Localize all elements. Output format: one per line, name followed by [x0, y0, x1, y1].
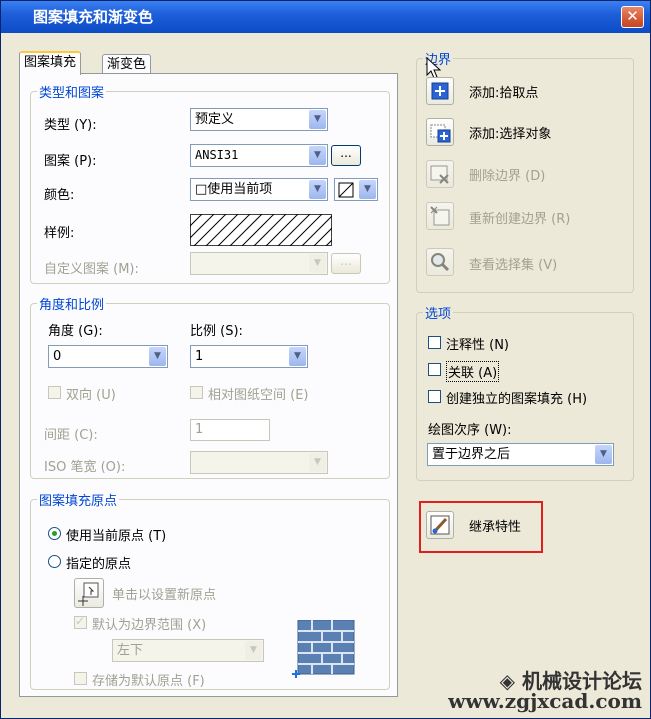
chevron-down-icon[interactable]: ▼ — [359, 180, 376, 199]
chevron-down-icon[interactable]: ▼ — [309, 110, 326, 129]
pattern-label: 图案 (P): — [44, 154, 97, 169]
angle-label: 角度 (G): — [48, 324, 103, 339]
add-pick-points-label: 添加:拾取点 — [469, 86, 539, 101]
relative-paper-checkbox[interactable] — [190, 386, 203, 399]
chevron-down-icon[interactable]: ▼ — [309, 146, 326, 165]
origin-position-select[interactable]: 左下 ▼ — [112, 639, 264, 662]
color-select[interactable]: □使用当前项 ▼ — [190, 178, 328, 201]
set-origin-icon — [78, 582, 99, 606]
view-selections-label: 查看选择集 (V) — [469, 258, 558, 273]
spacing-label: 间距 (C): — [44, 428, 98, 443]
watermark-url: www.zgjxcad.com — [448, 689, 642, 713]
store-default-origin-checkbox[interactable] — [74, 672, 87, 685]
background-color-select[interactable]: ▼ — [334, 178, 378, 201]
pattern-swatch[interactable] — [190, 214, 332, 246]
scale-select[interactable]: 1 ▼ — [190, 345, 308, 368]
associative-label: 关联 (A) — [446, 361, 500, 382]
iso-pen-width-select[interactable]: ▼ — [190, 451, 328, 474]
chevron-down-icon[interactable]: ▼ — [149, 347, 166, 366]
inherit-properties-button[interactable] — [426, 511, 454, 539]
swatch-label: 样例: — [44, 226, 75, 241]
type-pattern-legend: 类型和图案 — [39, 86, 105, 101]
click-set-origin-label: 单击以设置新原点 — [112, 588, 217, 603]
view-selections-button[interactable] — [426, 248, 454, 276]
add-select-objects-icon — [430, 124, 451, 143]
double-label: 双向 (U) — [66, 388, 116, 403]
origin-position-value: 左下 — [117, 643, 144, 658]
add-select-objects-button[interactable] — [426, 118, 454, 146]
custom-pattern-label: 自定义图案 (M): — [44, 262, 139, 277]
angle-scale-legend: 角度和比例 — [39, 298, 105, 313]
store-default-origin-label: 存储为默认原点 (F) — [92, 674, 205, 689]
scale-label: 比例 (S): — [190, 324, 243, 339]
chevron-down-icon[interactable]: ▼ — [245, 641, 262, 660]
specified-origin-label: 指定的原点 — [66, 557, 132, 572]
hatch-gradient-dialog: 图案填充和渐变色 ✕ 图案填充 渐变色 类型和图案 类型 (Y): 预定义 ▼ … — [0, 0, 651, 719]
chevron-down-icon[interactable]: ▼ — [309, 180, 326, 199]
separate-hatch-label: 创建独立的图案填充 (H) — [446, 392, 588, 407]
draw-order-select[interactable]: 置于边界之后 ▼ — [427, 443, 614, 466]
pattern-value: ANSI31 — [195, 148, 239, 162]
relative-paper-label: 相对图纸空间 (E) — [208, 388, 309, 403]
add-pick-points-icon — [431, 82, 449, 100]
color-value: □使用当前项 — [195, 182, 273, 197]
origin-preview-brick-icon — [292, 620, 355, 678]
close-icon: ✕ — [626, 7, 639, 25]
scale-value: 1 — [195, 349, 204, 364]
annotative-label: 注释性 (N) — [446, 338, 510, 353]
pattern-browse-button[interactable]: ... — [331, 145, 361, 166]
angle-value: 0 — [53, 349, 62, 364]
annotative-checkbox[interactable] — [428, 336, 441, 349]
type-value: 预定义 — [195, 112, 235, 127]
iso-pen-width-label: ISO 笔宽 (O): — [44, 460, 126, 475]
add-pick-points-button[interactable] — [426, 77, 454, 105]
close-button[interactable]: ✕ — [621, 6, 644, 28]
title-bar[interactable]: 图案填充和渐变色 — [1, 1, 650, 33]
draw-order-label: 绘图次序 (W): — [428, 423, 512, 438]
angle-select[interactable]: 0 ▼ — [48, 345, 168, 368]
paintbrush-icon — [430, 515, 450, 535]
remove-boundaries-label: 删除边界 (D) — [469, 169, 546, 184]
tab-hatch[interactable]: 图案填充 — [19, 51, 82, 75]
default-extent-label: 默认为边界范围 (X) — [92, 618, 207, 633]
specified-origin-radio[interactable] — [48, 555, 61, 568]
remove-boundaries-button[interactable] — [426, 160, 454, 188]
pattern-select[interactable]: ANSI31 ▼ — [190, 144, 328, 167]
use-current-origin-radio[interactable] — [48, 527, 61, 540]
chevron-down-icon[interactable]: ▼ — [309, 254, 326, 273]
type-label: 类型 (Y): — [44, 118, 97, 133]
chevron-down-icon[interactable]: ▼ — [595, 445, 612, 464]
recreate-boundary-icon — [430, 206, 450, 226]
separate-hatch-checkbox[interactable] — [428, 390, 441, 403]
double-checkbox[interactable] — [48, 386, 61, 399]
inherit-properties-label: 继承特性 — [469, 520, 522, 535]
recreate-boundary-label: 重新创建边界 (R) — [469, 212, 571, 227]
options-legend: 选项 — [425, 307, 452, 322]
magnifier-icon — [431, 253, 450, 272]
spacing-input[interactable]: 1 — [190, 419, 270, 441]
window-title: 图案填充和渐变色 — [33, 8, 154, 26]
custom-browse-button[interactable]: ... — [331, 253, 361, 274]
use-current-origin-label: 使用当前原点 (T) — [66, 529, 167, 544]
custom-pattern-select[interactable]: ▼ — [190, 252, 328, 275]
draw-order-value: 置于边界之后 — [432, 447, 511, 462]
remove-boundaries-icon — [430, 165, 449, 184]
hatch-tab-panel: 类型和图案 类型 (Y): 预定义 ▼ 图案 (P): ANSI31 ▼ ...… — [19, 73, 398, 697]
hatch-origin-legend: 图案填充原点 — [39, 494, 118, 509]
associative-checkbox[interactable] — [428, 363, 441, 376]
chevron-down-icon[interactable]: ▼ — [289, 347, 306, 366]
type-select[interactable]: 预定义 ▼ — [190, 108, 328, 131]
set-new-origin-button[interactable] — [74, 578, 104, 608]
chevron-down-icon[interactable]: ▼ — [309, 453, 326, 472]
default-extent-checkbox[interactable] — [74, 614, 87, 629]
recreate-boundary-button[interactable] — [426, 202, 454, 230]
color-label: 颜色: — [44, 188, 75, 203]
no-background-color-icon — [338, 182, 354, 198]
add-select-objects-label: 添加:选择对象 — [469, 127, 552, 142]
